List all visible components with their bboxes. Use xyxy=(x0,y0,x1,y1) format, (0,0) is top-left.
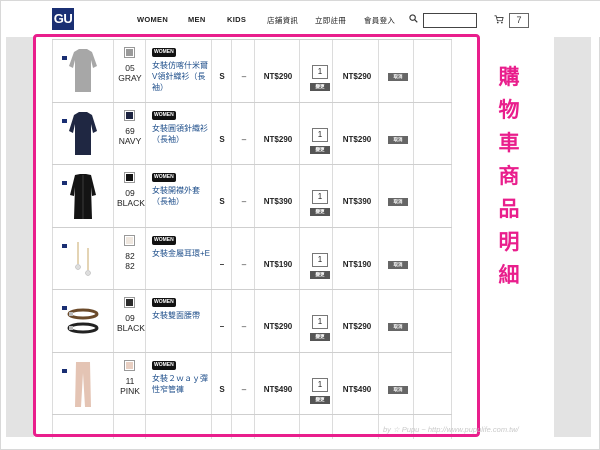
annotation-char: 品 xyxy=(498,198,520,221)
highlight-frame xyxy=(33,34,480,437)
watermark: by ☆ Pupu ~ http://www.pupulife.com.tw/ xyxy=(383,425,519,434)
nav-store-info[interactable]: 店鋪資訊 xyxy=(267,15,298,26)
annotation-char: 車 xyxy=(498,132,520,155)
cart-icon[interactable] xyxy=(494,15,504,24)
annotation-char: 明 xyxy=(498,231,520,254)
annotation-char: 商 xyxy=(498,165,520,188)
screenshot-page: GU WOMEN MEN KIDS 店鋪資訊 立即註冊 會員登入 7 05 GR… xyxy=(0,0,600,450)
nav-register[interactable]: 立即註冊 xyxy=(315,15,346,26)
nav-login[interactable]: 會員登入 xyxy=(364,15,395,26)
nav-women[interactable]: WOMEN xyxy=(137,15,168,24)
left-margin-band xyxy=(6,37,34,437)
right-margin-band xyxy=(554,37,591,437)
nav-kids[interactable]: KIDS xyxy=(227,15,246,24)
gu-logo[interactable]: GU xyxy=(52,8,74,30)
annotation-char: 物 xyxy=(498,99,520,122)
annotation-title: 購 物 車 商 品 明 細 xyxy=(492,61,526,292)
search-icon[interactable] xyxy=(409,14,418,23)
cart-count[interactable]: 7 xyxy=(509,13,529,28)
nav-men[interactable]: MEN xyxy=(188,15,206,24)
annotation-char: 細 xyxy=(498,264,520,287)
annotation-char: 購 xyxy=(498,66,520,89)
site-header: GU WOMEN MEN KIDS 店鋪資訊 立即註冊 會員登入 7 xyxy=(1,1,600,37)
search-input[interactable] xyxy=(423,13,477,28)
